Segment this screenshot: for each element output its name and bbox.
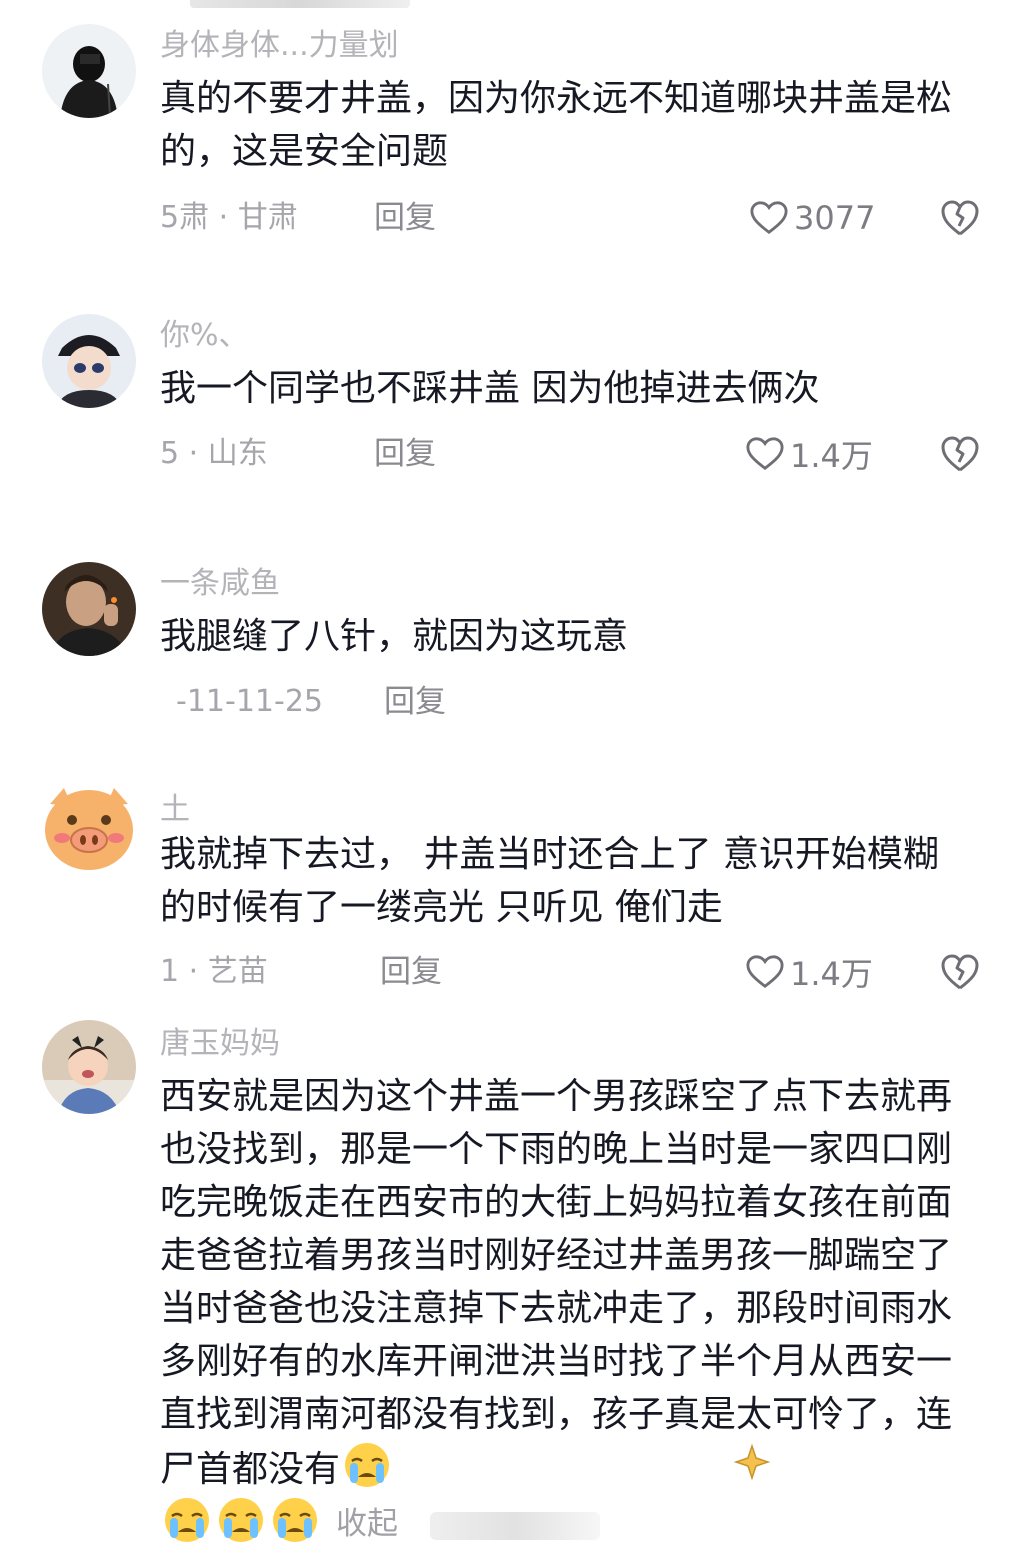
username[interactable]: 身体身体...力量划 (160, 26, 399, 66)
comment-body: 西安就是因为这个井盖一个男孩踩空了点下去就再也没找到，那是一个下雨的晚上当时是一… (160, 1076, 953, 1490)
reply-button[interactable]: 回复 (380, 952, 442, 992)
crying-face-emoji (340, 1441, 394, 1489)
like-button[interactable]: 3077 (750, 196, 875, 240)
collapse-button[interactable]: 收起 (336, 1506, 398, 1542)
dislike-button[interactable] (940, 952, 980, 992)
broken-heart-icon (941, 436, 979, 472)
cropped-header-remnant (190, 0, 410, 8)
comment-text: 我就掉下去过， 井盖当时还合上了 意识开始模糊的时候有了一缕亮光 只听见 俺们走 (160, 834, 939, 928)
user-avatar[interactable] (42, 562, 136, 656)
comment-text: 我腿缝了八针，就因为这玩意 (160, 616, 629, 657)
watermark-blur (430, 1512, 600, 1540)
comment-list: 身体身体...力量划 真的不要才井盖，因为你永远不知道哪块井盖是松的，这是安全问… (0, 0, 1024, 1554)
like-count: 1.4万 (790, 437, 873, 475)
reply-button[interactable]: 回复 (384, 682, 446, 722)
comment-text: 西安就是因为这个井盖一个男孩踩空了点下去就再也没找到，那是一个下雨的晚上当时是一… (160, 1070, 960, 1551)
crying-face-emoji (268, 1496, 322, 1544)
comment-meta: 5肃 · 甘肃 (160, 200, 298, 235)
user-avatar[interactable] (42, 24, 136, 118)
like-count: 3077 (794, 199, 876, 237)
reply-button[interactable]: 回复 (374, 198, 436, 238)
username[interactable]: 一条咸鱼 (160, 564, 280, 604)
heart-outline-icon (746, 437, 784, 471)
like-button[interactable]: 1.4万 (746, 950, 873, 994)
heart-outline-icon (750, 201, 788, 235)
dislike-button[interactable] (940, 434, 980, 474)
like-count: 1.4万 (790, 955, 873, 993)
heart-outline-icon (746, 955, 784, 989)
comment-meta: -11-11-25 (176, 684, 323, 719)
comment-text: 我一个同学也不踩井盖 因为他掉进去俩次 (160, 368, 820, 409)
crying-face-emoji (214, 1496, 268, 1544)
user-avatar[interactable] (42, 1020, 136, 1114)
user-avatar[interactable] (42, 314, 136, 408)
comment-meta: 1 · 艺苗 (160, 954, 268, 989)
comment-meta: 5 · 山东 (160, 436, 268, 471)
user-avatar[interactable] (42, 780, 136, 874)
username[interactable]: 你%、 (160, 316, 249, 356)
crying-face-emoji (160, 1496, 214, 1544)
broken-heart-icon (941, 200, 979, 236)
username[interactable]: 唐玉妈妈 (160, 1024, 280, 1064)
broken-heart-icon (941, 954, 979, 990)
username[interactable]: 土 (160, 790, 190, 830)
dislike-button[interactable] (940, 198, 980, 238)
reply-button[interactable]: 回复 (374, 434, 436, 474)
like-button[interactable]: 1.4万 (746, 432, 873, 476)
comment-text: 真的不要才井盖，因为你永远不知道哪块井盖是松的，这是安全问题 (160, 78, 953, 172)
sparkle-sticker-icon (734, 1444, 770, 1480)
